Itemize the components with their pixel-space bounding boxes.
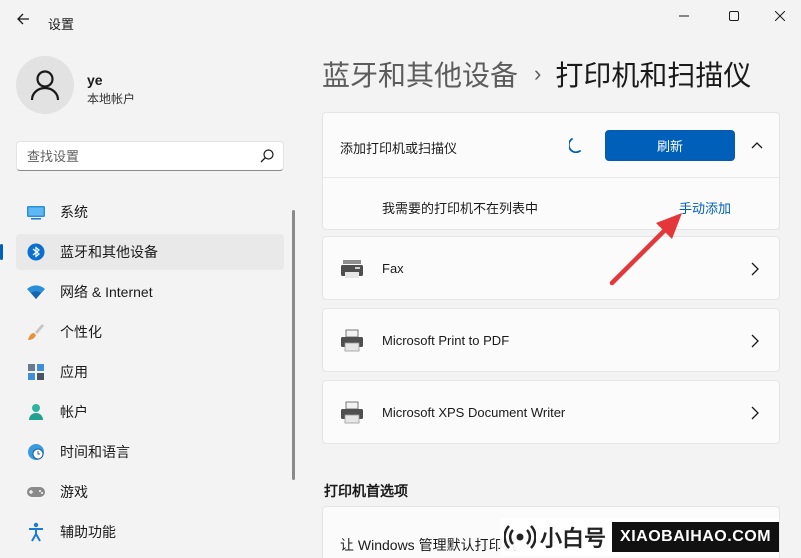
globe-clock-icon (26, 442, 46, 462)
sidebar-item-network[interactable]: 网络 & Internet (16, 274, 284, 310)
brush-icon (26, 322, 46, 342)
printer-icon (341, 329, 363, 352)
watermark-logo: 小白号 XIAOBAIHAO.COM (500, 518, 780, 556)
breadcrumb-separator: › (534, 61, 542, 86)
sidebar-item-label: 个性化 (60, 324, 102, 340)
maximize-button[interactable] (714, 4, 754, 28)
add-printer-card: 添加打印机或扫描仪 刷新 我需要的打印机不在列表中 手动添加 (322, 112, 780, 230)
sidebar-item-time-language[interactable]: 时间和语言 (16, 434, 284, 470)
sidebar-item-bluetooth[interactable]: 蓝牙和其他设备 (0, 234, 284, 270)
person-avatar-icon (30, 70, 60, 101)
chevron-right-icon (751, 406, 759, 420)
manual-add-prompt: 我需要的打印机不在列表中 (382, 201, 539, 216)
manual-add-row: 我需要的打印机不在列表中 手动添加 (323, 178, 779, 231)
sidebar-item-label: 应用 (60, 364, 88, 380)
search-box (16, 141, 284, 171)
sidebar-item-label: 帐户 (60, 404, 88, 420)
maximize-icon (729, 11, 739, 21)
wifi-icon (26, 282, 46, 302)
loading-spinner-icon (569, 138, 581, 153)
sidebar-item-label: 蓝牙和其他设备 (60, 244, 158, 260)
minimize-button[interactable] (664, 4, 704, 28)
breadcrumb-parent[interactable]: 蓝牙和其他设备 (322, 54, 518, 94)
sidebar-item-apps[interactable]: 应用 (16, 354, 284, 390)
sidebar-item-label: 辅助功能 (60, 524, 116, 540)
printer-name: Microsoft XPS Document Writer (382, 405, 566, 420)
printer-item-fax[interactable]: Fax (322, 236, 780, 300)
watermark-cn: 小白号 (540, 526, 607, 551)
printer-item-xps[interactable]: Microsoft XPS Document Writer (322, 380, 780, 444)
sidebar-item-accounts[interactable]: 帐户 (16, 394, 284, 430)
account-type: 本地帐户 (87, 92, 136, 106)
refresh-button[interactable]: 刷新 (605, 130, 735, 161)
collapse-button[interactable] (747, 135, 767, 155)
page-title: 打印机和扫描仪 (555, 60, 752, 91)
breadcrumb: 蓝牙和其他设备 › 打印机和扫描仪 (322, 54, 751, 94)
sidebar-item-label: 时间和语言 (60, 444, 130, 460)
minimize-icon (679, 15, 689, 17)
back-button[interactable] (10, 6, 36, 32)
person-icon (26, 402, 46, 422)
default-printer-label: 让 Windows 管理默认打印机 (340, 537, 517, 553)
sidebar-item-label: 系统 (60, 204, 88, 220)
sidebar-item-accessibility[interactable]: 辅助功能 (16, 514, 284, 550)
printer-name: Fax (382, 261, 404, 276)
printer-item-pdf[interactable]: Microsoft Print to PDF (322, 308, 780, 372)
app-title: 设置 (48, 17, 75, 32)
printer-name: Microsoft Print to PDF (382, 333, 510, 348)
apps-icon (26, 362, 46, 382)
chevron-right-icon (751, 262, 759, 276)
accessibility-icon (26, 522, 46, 542)
user-profile[interactable]: ye 本地帐户 (16, 56, 276, 116)
sidebar-nav: 系统 蓝牙和其他设备 网络 & Internet 个性化 应用 帐户 时间和语言… (0, 194, 284, 554)
close-icon (775, 11, 785, 21)
search-input[interactable] (17, 142, 247, 170)
sidebar-item-gaming[interactable]: 游戏 (16, 474, 284, 510)
sidebar-item-label: 网络 & Internet (60, 284, 153, 300)
bluetooth-icon (26, 242, 46, 262)
sidebar-item-personalization[interactable]: 个性化 (16, 314, 284, 350)
section-heading: 打印机首选项 (324, 483, 408, 499)
gamepad-icon (26, 482, 46, 502)
signal-logo-icon (504, 525, 536, 549)
chevron-right-icon (751, 334, 759, 348)
back-arrow-icon (17, 13, 29, 25)
sidebar-item-system[interactable]: 系统 (16, 194, 284, 230)
close-button[interactable] (760, 4, 800, 28)
active-indicator (0, 244, 3, 260)
watermark-en: XIAOBAIHAO.COM (612, 522, 780, 552)
title-bar: 设置 (0, 0, 801, 40)
monitor-icon (26, 202, 46, 222)
sidebar-item-label: 游戏 (60, 484, 88, 500)
avatar (16, 56, 74, 114)
manual-add-link[interactable]: 手动添加 (679, 198, 731, 217)
user-name: ye (87, 72, 103, 88)
add-printer-label: 添加打印机或扫描仪 (340, 141, 458, 156)
sidebar-scrollbar[interactable] (292, 210, 295, 480)
add-printer-row: 添加打印机或扫描仪 刷新 (323, 113, 779, 177)
fax-icon (341, 260, 363, 278)
chevron-up-icon (751, 142, 763, 149)
printer-icon (341, 401, 363, 424)
search-icon[interactable] (259, 148, 275, 164)
